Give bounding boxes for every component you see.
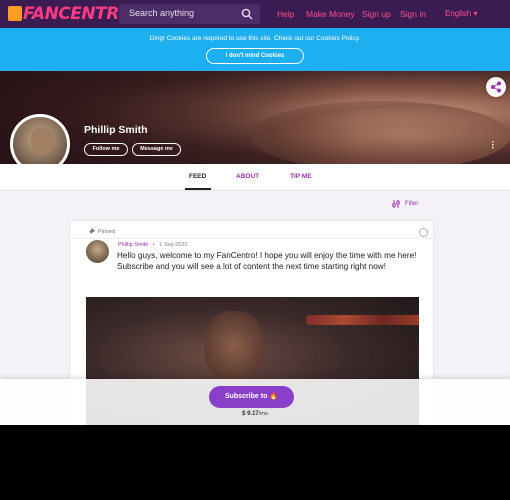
- subscribe-button[interactable]: Subscribe to 🔥: [209, 386, 294, 408]
- page: FANCENTRO Search anything Help Make Mone…: [0, 0, 510, 425]
- background-lights: [306, 315, 419, 325]
- more-options-icon[interactable]: · · ·: [490, 138, 496, 154]
- nav-sign-up-link[interactable]: Sign up: [362, 9, 391, 19]
- tab-feed[interactable]: FEED: [189, 173, 206, 180]
- logo-text: FANCENTRO: [23, 4, 133, 24]
- tab-tip-me[interactable]: TIP ME: [290, 173, 312, 180]
- pinned-label: Pinned: [98, 229, 116, 235]
- profile-tabs: FEED ABOUT TIP ME: [0, 164, 510, 191]
- subscription-price: $ 9.17/mo: [0, 411, 510, 417]
- profile-name: Phillip Smith: [84, 124, 148, 136]
- fancentro-logo[interactable]: FANCENTRO: [8, 4, 133, 24]
- message-button[interactable]: Message me: [132, 143, 181, 156]
- avatar-face: [31, 127, 53, 155]
- accept-cookies-button[interactable]: I don't mind Cookies: [206, 48, 304, 64]
- divider: [70, 238, 433, 239]
- share-button[interactable]: [486, 77, 506, 97]
- logo-mark-icon: [8, 6, 22, 21]
- tab-about[interactable]: ABOUT: [236, 173, 259, 180]
- cover-image: [0, 71, 510, 164]
- filter-button[interactable]: Filter: [405, 201, 418, 207]
- search-input[interactable]: Search anything: [119, 4, 260, 24]
- post-photo-figure: [204, 311, 264, 381]
- nav-sign-in-link[interactable]: Sign in: [400, 9, 426, 19]
- share-icon: [491, 81, 501, 93]
- cookie-message: Ding! Cookies are required to use this s…: [149, 35, 361, 42]
- subscribe-label: Subscribe to: [224, 393, 268, 400]
- post-meta: Phillip Smith • 1 Sep 2020: [118, 242, 187, 248]
- top-nav: FANCENTRO Search anything Help Make Mone…: [0, 0, 510, 28]
- search-placeholder: Search anything: [129, 8, 195, 18]
- price-period: /mo: [258, 411, 268, 417]
- fire-icon: 🔥: [269, 393, 279, 400]
- post-text: Hello guys, welcome to my FanCentro! I h…: [117, 251, 417, 271]
- post-author[interactable]: Phillip Smith: [118, 242, 148, 248]
- info-icon[interactable]: [419, 228, 428, 237]
- post-date: 1 Sep 2020: [159, 242, 188, 248]
- cover-overlay: [0, 71, 510, 164]
- language-select[interactable]: English ▾: [445, 9, 477, 18]
- filter-icon[interactable]: [391, 199, 401, 209]
- active-tab-indicator: [185, 188, 211, 190]
- meta-separator: •: [152, 242, 155, 248]
- post-author-avatar[interactable]: [86, 240, 109, 263]
- follow-button[interactable]: Follow me: [84, 143, 128, 156]
- nav-make-money-link[interactable]: Make Money: [306, 9, 355, 19]
- subscribe-bar: Subscribe to 🔥 $ 9.17/mo: [0, 379, 510, 425]
- search-icon[interactable]: [241, 8, 253, 20]
- pin-icon: [87, 228, 95, 236]
- price-amount: $ 9.17: [242, 411, 259, 417]
- cookie-banner: Ding! Cookies are required to use this s…: [0, 28, 510, 71]
- nav-help-link[interactable]: Help: [277, 9, 294, 19]
